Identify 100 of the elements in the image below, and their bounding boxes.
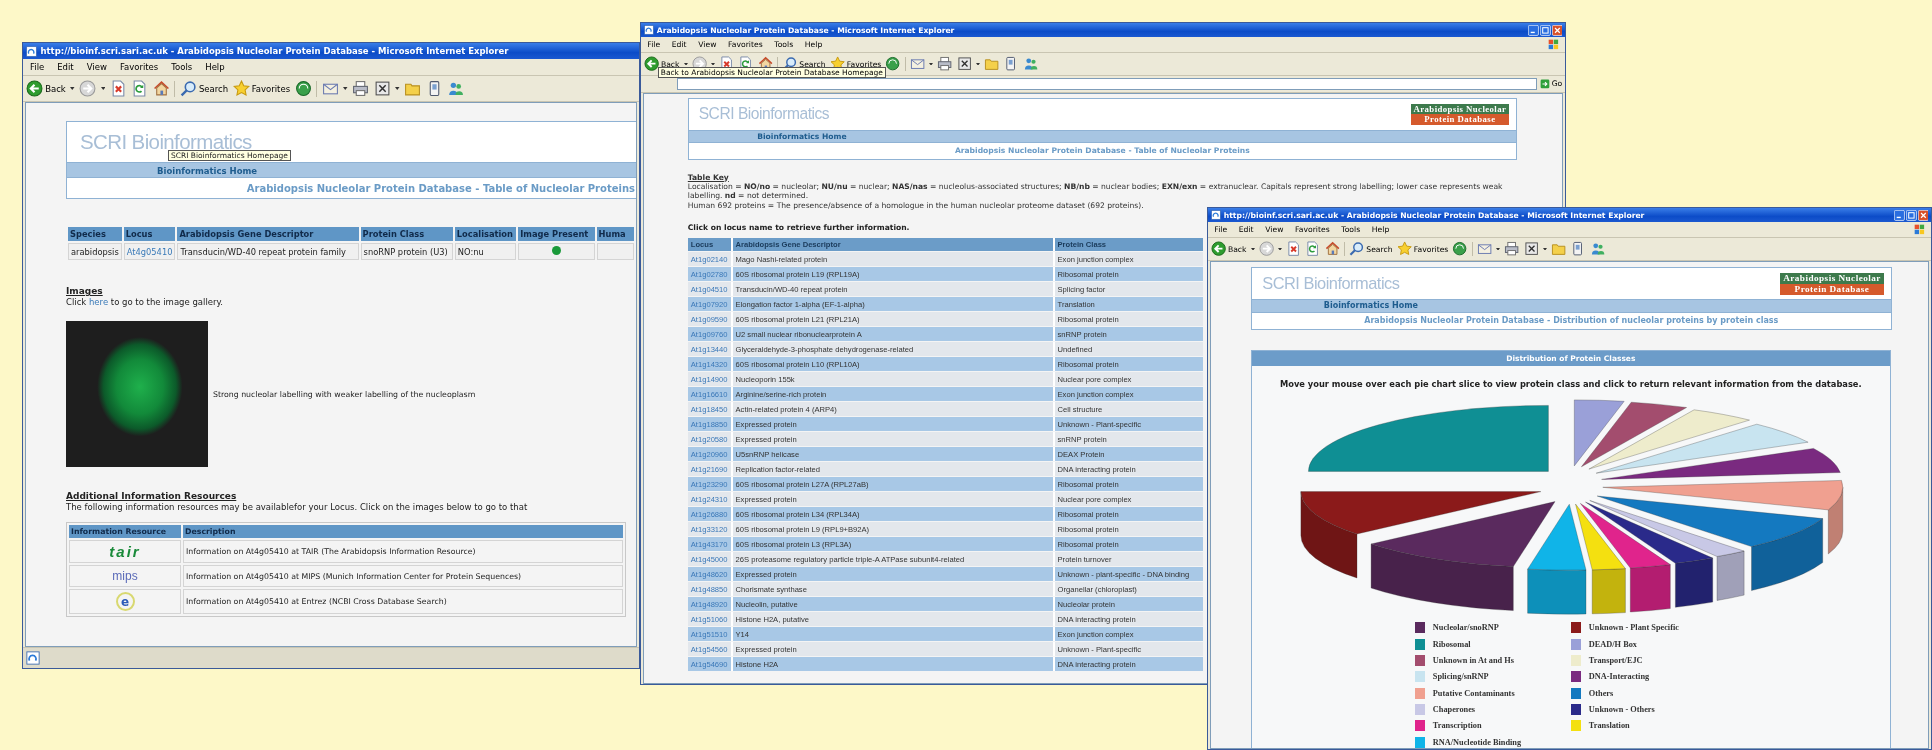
- pie-slice[interactable]: [1300, 491, 1541, 578]
- maximize-icon[interactable]: [1905, 209, 1917, 221]
- window-title: http://bioinf.scri.sari.ac.uk - Arabidopsis Nucleolar Protein Database - Microsoft Internet Explorer: [40, 46, 510, 56]
- minimize-icon[interactable]: [1527, 24, 1539, 36]
- resource-logo[interactable]: mips: [112, 569, 138, 583]
- table-cell: Transducin/WD-40 repeat protein family: [177, 243, 359, 260]
- back-arrow-icon: [643, 56, 659, 72]
- caret-icon[interactable]: [1277, 247, 1282, 251]
- back-button[interactable]: Back: [26, 80, 66, 97]
- caret-icon[interactable]: [1496, 247, 1501, 251]
- pie-slice[interactable]: [1588, 409, 1750, 470]
- pie-slice[interactable]: [1370, 501, 1555, 611]
- menu-item[interactable]: Edit: [57, 62, 74, 72]
- menu-item[interactable]: Help: [205, 62, 225, 72]
- back-arrow-icon: [1210, 241, 1226, 257]
- refresh-icon[interactable]: [1305, 241, 1321, 257]
- page-icon: [26, 45, 37, 57]
- legend-label: Ribosomal: [1432, 639, 1471, 649]
- legend-label: Putative Contaminants: [1432, 688, 1515, 698]
- resources-intro: The following information resources may be availablefor your Locus. Click on the images below to go to that: [66, 502, 529, 512]
- caret-icon[interactable]: [343, 87, 348, 90]
- page-icon: [26, 651, 40, 665]
- maximize-icon[interactable]: [1539, 24, 1551, 36]
- minimize-icon[interactable]: [1893, 209, 1905, 221]
- column-header: Image Present: [518, 227, 595, 241]
- back-arrow-icon: [26, 80, 43, 97]
- windows-logo-icon: [1547, 39, 1559, 50]
- legend-label: RNA/Nucleotide Binding: [1432, 737, 1522, 747]
- pie-slice[interactable]: [1589, 500, 1745, 601]
- legend-label: Chaperones: [1432, 704, 1476, 714]
- print-icon[interactable]: [352, 80, 370, 97]
- menu-item[interactable]: View: [86, 62, 107, 72]
- menu-item[interactable]: Favorites: [119, 62, 159, 72]
- pie-slice[interactable]: [1580, 503, 1671, 612]
- legend-label: Translation: [1588, 721, 1630, 731]
- legend-label: DEAD/H Box: [1588, 639, 1637, 649]
- page-icon: [643, 25, 654, 36]
- column-header: Species: [68, 227, 122, 241]
- people-icon[interactable]: [1022, 56, 1038, 72]
- legend-label: DNA-Interacting: [1588, 672, 1650, 682]
- table-cell: snoRNP protein (U3): [360, 243, 453, 260]
- search-button[interactable]: Search: [179, 80, 229, 97]
- legend-label: Unknown - Plant Specific: [1588, 623, 1679, 633]
- print-icon[interactable]: [1504, 241, 1520, 257]
- caret-icon[interactable]: [1250, 247, 1255, 251]
- column-header: Localisation: [454, 227, 517, 241]
- page-title: Arabidopsis Nucleolar Protein Database - Distribution of nucleolar proteins by protein class: [1251, 311, 1891, 329]
- page-icon: [1210, 210, 1221, 221]
- pie-slice[interactable]: [1601, 448, 1841, 480]
- caret-icon[interactable]: [395, 87, 400, 90]
- legend-label: Unknown in At and Hs: [1432, 656, 1514, 666]
- people-icon[interactable]: [1589, 241, 1605, 257]
- pie-slice[interactable]: [1575, 503, 1626, 614]
- page-title: Arabidopsis Nucleolar Protein Database - Table of Nucleolar Proteins: [67, 177, 636, 198]
- caret-icon[interactable]: [975, 62, 980, 66]
- star-icon: [232, 80, 250, 97]
- stop-icon[interactable]: [1286, 241, 1302, 257]
- people-icon[interactable]: [447, 80, 465, 97]
- search-icon: [1349, 241, 1365, 257]
- pie-slice[interactable]: [1596, 495, 1823, 591]
- pie-slice[interactable]: [1527, 503, 1586, 615]
- windows-logo-icon: [1913, 224, 1925, 235]
- star-icon: [1396, 241, 1412, 257]
- column-header: Locus: [123, 227, 176, 241]
- home-icon[interactable]: [1324, 241, 1340, 257]
- legend-label: Others: [1588, 688, 1614, 698]
- legend-label: Transport/EJC: [1588, 656, 1643, 666]
- table-cell: arabidopsis: [68, 243, 122, 260]
- home-link[interactable]: Bioinformatics Home: [157, 165, 258, 176]
- home-icon[interactable]: [152, 80, 170, 97]
- home-link[interactable]: Bioinformatics Home: [1323, 301, 1419, 311]
- pie-slice[interactable]: [1595, 423, 1809, 474]
- legend-label: Splicing/snRNP: [1432, 672, 1489, 682]
- column-header: Protein Class: [360, 227, 453, 241]
- legend-label: Nucleolar/snoRNP: [1432, 623, 1499, 633]
- instruction-text: Move your mouse over each pie chart slice to view protein class and click to return relevant information from the database.: [1278, 378, 1863, 389]
- resource-logo[interactable]: e: [115, 592, 135, 611]
- menu-item[interactable]: Tools: [171, 62, 193, 72]
- caret-icon[interactable]: [70, 87, 75, 90]
- pie-slice[interactable]: [1585, 501, 1713, 608]
- caret-icon[interactable]: [1542, 247, 1547, 251]
- pie-slice[interactable]: [1602, 480, 1843, 554]
- favorites-button[interactable]: Favorites: [232, 80, 291, 97]
- print-icon[interactable]: [937, 56, 953, 72]
- gallery-text: Click here to go to the image gallery.: [66, 297, 224, 307]
- edit-icon[interactable]: [1523, 241, 1539, 257]
- close-icon[interactable]: [1917, 209, 1929, 221]
- gallery-link[interactable]: here: [88, 297, 109, 307]
- close-icon[interactable]: [1551, 24, 1563, 36]
- edit-icon[interactable]: [956, 56, 972, 72]
- edit-icon[interactable]: [373, 80, 391, 97]
- table-cell: NO:nu: [454, 243, 517, 260]
- menu-item[interactable]: File: [30, 62, 45, 72]
- search-icon: [179, 80, 197, 97]
- column-header: Arabidopsis Gene Descriptor: [177, 227, 359, 241]
- legend-label: Transcription: [1432, 721, 1482, 731]
- caret-icon[interactable]: [929, 62, 934, 66]
- column-header: Huma: [596, 227, 634, 241]
- caret-icon[interactable]: [100, 87, 106, 90]
- address-field[interactable]: [677, 77, 1537, 91]
